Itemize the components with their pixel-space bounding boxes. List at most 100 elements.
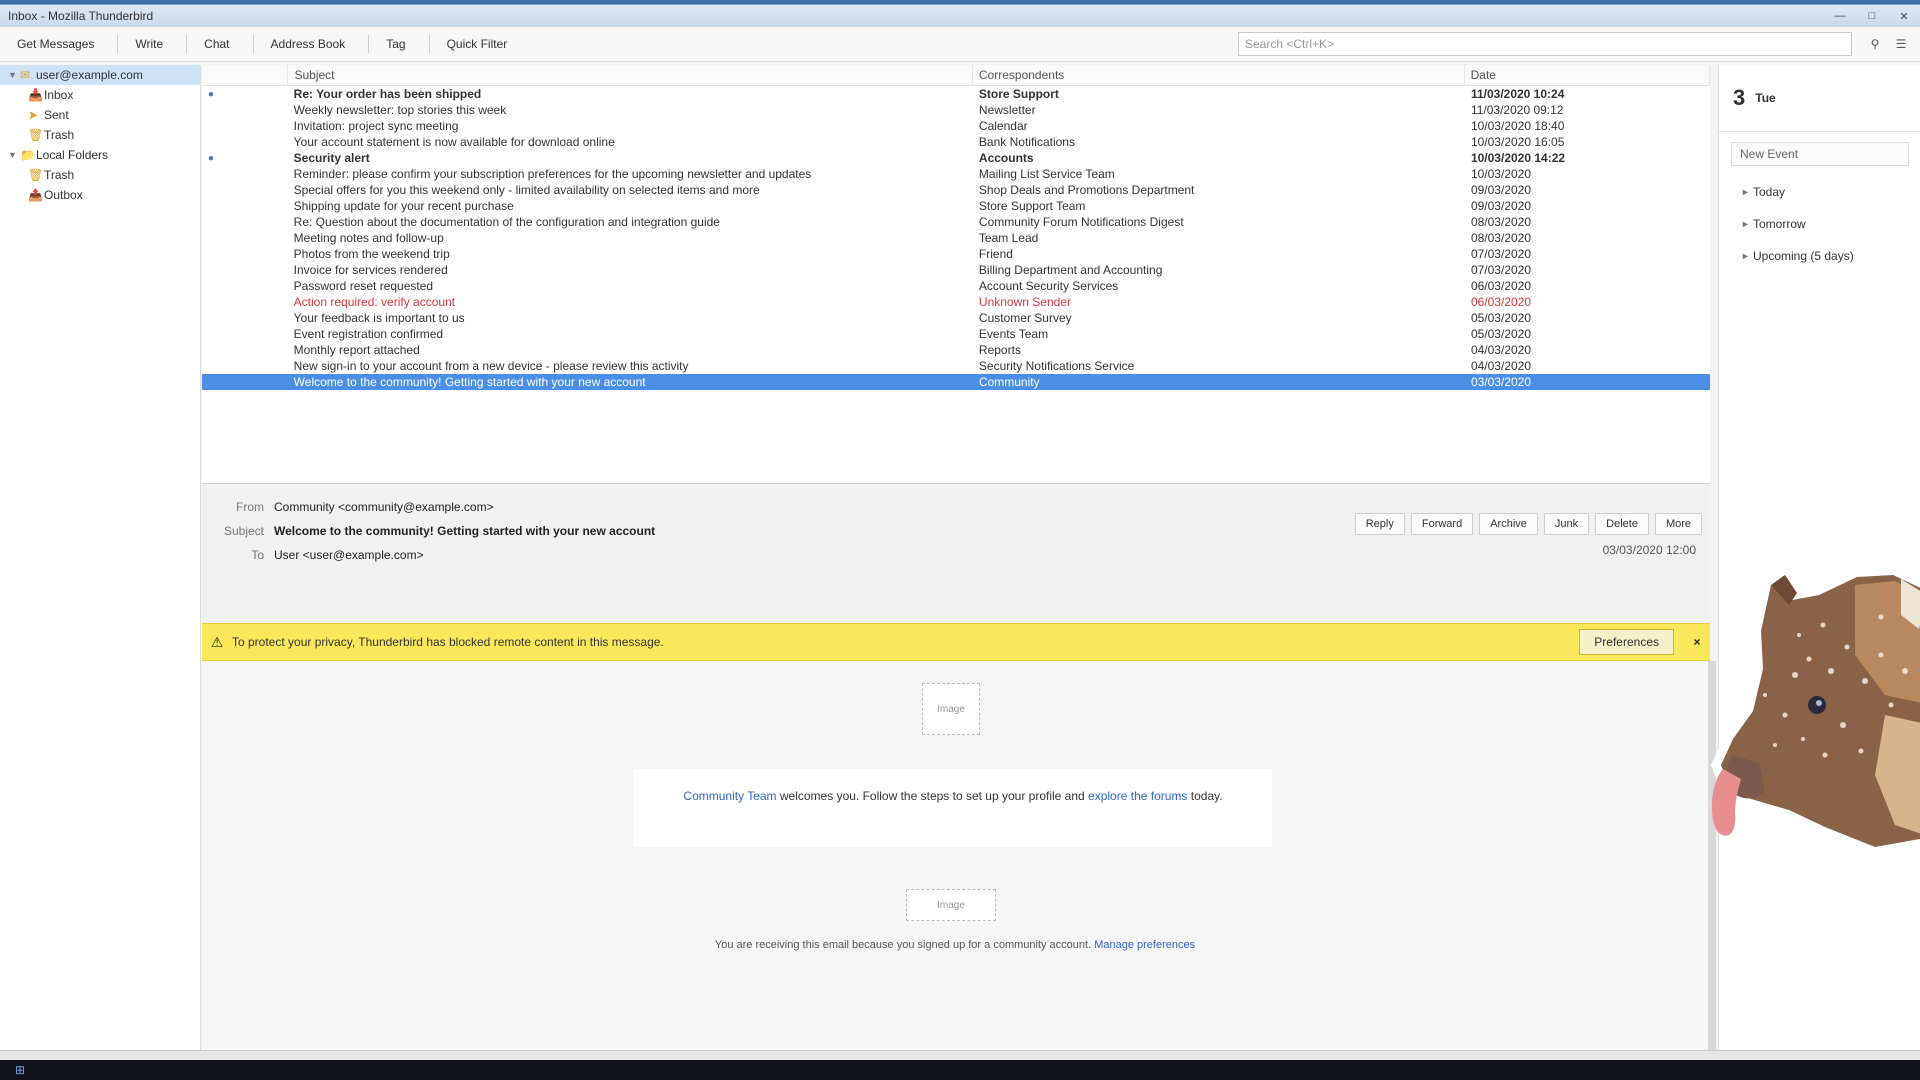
folder-item-trash[interactable]: 🗑 Trash [0,125,200,145]
expand-icon[interactable]: ► [1741,219,1753,229]
folder-label: Trash [44,168,75,182]
thread-subject: Your feedback is important to us [293,311,465,325]
quick-filter-button[interactable]: Quick Filter [436,31,519,57]
community-team-link[interactable]: Community Team [683,789,776,803]
reply-button[interactable]: Reply [1354,513,1405,535]
column-date[interactable]: Date [1465,65,1710,85]
sent-icon: ➤ [28,108,39,122]
app-window: Inbox - Mozilla Thunderbird — □ ✕ Get Me… [0,4,1920,1061]
subject-value: Welcome to the community! Getting starte… [274,524,656,538]
forward-button[interactable]: Forward [1410,513,1474,535]
thread-row[interactable]: New sign-in to your account from a new d… [202,358,1710,374]
column-correspondents[interactable]: Correspondents [973,65,1465,85]
junk-button[interactable]: Junk [1543,513,1590,535]
column-header: Subject Correspondents Date [202,65,1710,86]
message-header: From Community <community@example.com> S… [202,485,1710,623]
thread-row[interactable]: Password reset requested Account Security… [202,278,1710,294]
expand-icon[interactable]: ► [1741,187,1753,197]
thread-row[interactable]: ● Re: Your order has been shipped Store Su… [202,86,1710,102]
local-folders-item[interactable]: ▼ 📁 Local Folders [0,145,200,165]
body-text: welcomes you. Follow the steps to set up… [776,789,1089,803]
chat-button[interactable]: Chat [193,31,240,57]
footer-line: You are receiving this email because you… [202,939,1708,951]
thread-correspondent: Store Support Team [978,199,1086,213]
thread-row[interactable]: Monthly report attached Reports 04/03/2020 [202,342,1710,358]
thread-row[interactable]: Photos from the weekend trip Friend 07/03/… [202,246,1710,262]
expand-icon[interactable]: ► [1741,251,1753,261]
thread-row[interactable]: Your account statement is now available … [202,134,1710,150]
column-subject[interactable]: Subject [288,65,973,85]
start-icon[interactable]: ⊞ [0,1060,40,1080]
thread-correspondent: Calendar [978,119,1028,133]
thread-date: 06/03/2020 [1470,279,1532,293]
maximize-icon[interactable]: □ [1856,6,1888,26]
message-body: Image Community Team welcomes you. Follo… [202,661,1716,1055]
toolbar-separator [368,35,370,53]
thread-row[interactable]: Your feedback is important to us Customer… [202,310,1710,326]
menu-icon[interactable]: ☰ [1888,33,1914,55]
archive-button[interactable]: Archive [1479,513,1538,535]
thread-row[interactable]: Invitation: project sync meeting Calendar… [202,118,1710,134]
to-value[interactable]: User <user@example.com> [274,548,424,562]
tapir-head [1711,565,1920,855]
thread-row[interactable]: Re: Question about the documentation of … [202,214,1710,230]
thread-row[interactable]: Action required: verify account Unknown S… [202,294,1710,310]
close-window-icon[interactable]: ✕ [1888,6,1920,26]
thread-date: 09/03/2020 [1470,183,1532,197]
thread-row[interactable]: ● Security alert Accounts 10/03/2020 14:22 [202,150,1710,166]
get-messages-button[interactable]: Get Messages [6,31,105,57]
thread-row[interactable]: Event registration confirmed Events Team 0… [202,326,1710,342]
blocked-image-icon: Image [906,889,996,921]
new-event-input[interactable]: New Event [1731,142,1909,166]
from-value[interactable]: Community <community@example.com> [274,500,494,514]
more-button[interactable]: More [1654,513,1702,535]
expand-icon[interactable]: ▼ [8,150,20,160]
thread-correspondent: Unknown Sender [978,295,1071,309]
minimize-icon[interactable]: — [1824,6,1856,26]
unread-dot-icon[interactable]: ● [202,153,288,164]
thread-row[interactable]: Welcome to the community! Getting starte… [202,374,1710,390]
account-item[interactable]: ▼ ✉ user@example.com [0,65,200,85]
thread-date: 04/03/2020 [1470,359,1532,373]
thread-row[interactable]: Shipping update for your recent purchase… [202,198,1710,214]
search-icon[interactable]: ⚲ [1862,33,1888,55]
thread-subject: Event registration confirmed [293,327,444,341]
today-section[interactable]: ► Today [1719,176,1920,208]
thread-correspondent: Accounts [978,151,1034,165]
thread-row[interactable]: Weekly newsletter: top stories this week… [202,102,1710,118]
toolbar-separator [117,35,119,53]
thread-row[interactable]: Invoice for services rendered Billing Dep… [202,262,1710,278]
folder-item-local-trash[interactable]: 🗑 Trash [0,165,200,185]
address-book-button[interactable]: Address Book [260,31,357,57]
folder-item-outbox[interactable]: 📤 Outbox [0,185,200,205]
tag-button[interactable]: Tag [375,31,416,57]
thread-date: 10/03/2020 16:05 [1470,135,1565,149]
calendar-header: 3 Tue [1719,65,1920,132]
thread-date: 08/03/2020 [1470,215,1532,229]
thread-date: 07/03/2020 [1470,247,1532,261]
forums-link[interactable]: explore the forums [1088,789,1187,803]
write-button[interactable]: Write [124,31,174,57]
outbox-icon: 📤 [28,188,43,202]
thread-subject: Action required: verify account [293,295,456,309]
thread-subject: Password reset requested [293,279,434,293]
tomorrow-section[interactable]: ► Tomorrow [1719,208,1920,240]
thread-row[interactable]: Special offers for you this weekend only… [202,182,1710,198]
unread-dot-icon[interactable]: ● [202,89,288,100]
column-icons[interactable] [202,65,289,85]
main-toolbar: Get Messages Write Chat Address Book Tag… [0,27,1920,62]
warning-icon: ⚠ [210,633,224,650]
manage-preferences-link[interactable]: Manage preferences [1094,939,1195,951]
expand-icon[interactable]: ▼ [8,70,20,80]
thread-row[interactable]: Meeting notes and follow-up Team Lead 08/0… [202,230,1710,246]
upcoming-section[interactable]: ► Upcoming (5 days) [1719,240,1920,272]
thread-row[interactable]: Reminder: please confirm your subscripti… [202,166,1710,182]
delete-button[interactable]: Delete [1595,513,1649,535]
search-input[interactable]: Search <Ctrl+K> [1238,32,1852,56]
thread-pane: Subject Correspondents Date ● Re: Your or… [202,65,1710,484]
inbox-icon: 📥 [28,88,43,102]
folder-item-inbox[interactable]: 📥 Inbox [0,85,200,105]
notice-preferences-button[interactable]: Preferences [1579,629,1674,655]
folder-item-sent[interactable]: ➤ Sent [0,105,200,125]
local-folders-label: Local Folders [36,148,109,162]
